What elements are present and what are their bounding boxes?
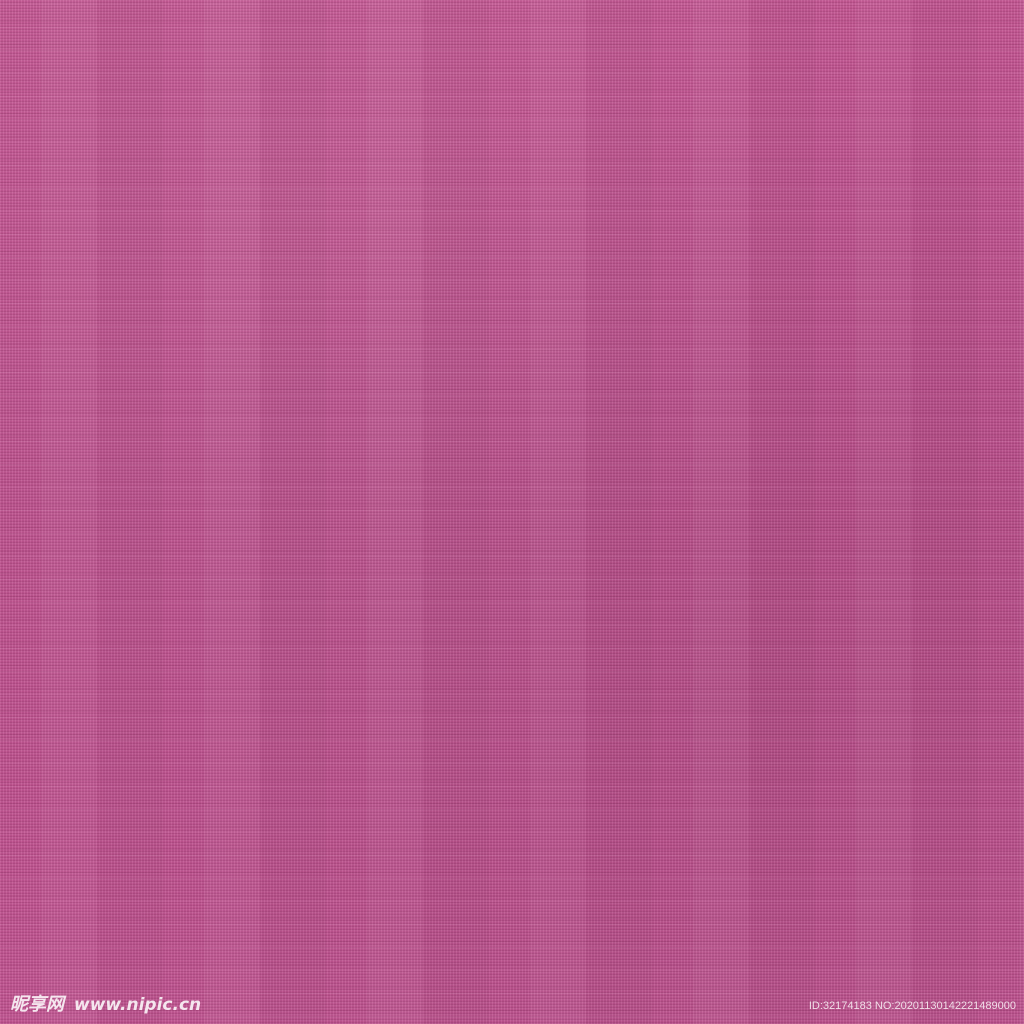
- watermark-logo: 昵享网 www.nipic.cn: [10, 990, 201, 1016]
- fabric-tonal-streaks: [0, 0, 1024, 1024]
- fabric-texture-canvas: 昵享网 www.nipic.cn ID:32174183 NO:202011301…: [0, 0, 1024, 1024]
- watermark-logo-text: 昵享网: [10, 994, 64, 1015]
- watermark-id: ID:32174183 NO:20201130142221489000: [808, 1000, 1016, 1012]
- watermark-url: www.nipic.cn: [74, 995, 202, 1015]
